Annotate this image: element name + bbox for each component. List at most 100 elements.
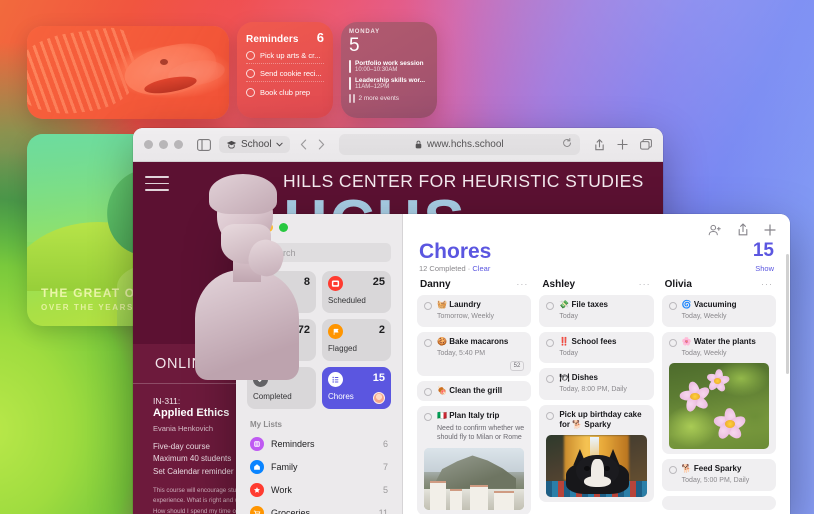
show-completed-button[interactable]: Show	[755, 264, 774, 273]
share-icon[interactable]	[594, 138, 605, 151]
list-label: Family	[271, 461, 298, 472]
smart-list-flagged[interactable]: 2 Flagged	[322, 319, 391, 361]
calendar-more-events[interactable]: 2 more events	[349, 94, 429, 103]
share-icon[interactable]	[737, 223, 749, 236]
checkbox-circle-icon[interactable]	[546, 338, 555, 347]
task-title: School fees	[571, 336, 617, 346]
reminder-task[interactable]: 🌀 Vacuuming Today, Weekly	[661, 295, 776, 327]
task-photo-flowers[interactable]	[668, 363, 769, 450]
checkbox-circle-icon[interactable]	[424, 388, 432, 397]
vertical-scrollbar[interactable]	[786, 254, 789, 374]
task-subtitle: Today, 8:00 PM, Daily	[559, 386, 627, 394]
subtitle-separator: ·	[467, 264, 471, 274]
clear-completed-button[interactable]: Clear	[472, 264, 490, 273]
checkbox-circle-icon[interactable]	[668, 302, 677, 311]
add-person-icon[interactable]	[708, 224, 722, 236]
calendar-event[interactable]: Portfolio work session 10:00–10:30AM	[349, 60, 429, 73]
checkbox-circle-icon[interactable]	[424, 413, 432, 422]
reminder-task[interactable]: 🌸 Water the plants Today, Weekly	[661, 331, 776, 455]
column-danny: Danny ··· 🧺 Laundry Tomorrow, Weekly 🍪 B…	[413, 279, 535, 514]
task-subtitle: Today	[559, 313, 579, 321]
list-item-work[interactable]: Work 5	[247, 478, 391, 501]
reminders-widget-item[interactable]: Book club prep	[246, 82, 324, 100]
task-subtitle: Today, 5:00 PM, Daily	[681, 477, 750, 485]
column-menu-icon[interactable]: ···	[761, 279, 773, 289]
reminder-task[interactable]: 🍪 Bake macarons Today, 5:40 PM 52	[417, 331, 532, 377]
new-tab-icon[interactable]	[617, 139, 628, 150]
event-time: 10:00–10:30AM	[355, 67, 398, 73]
calendar-event[interactable]: Leadership skills wor... 11AM–12PM	[349, 77, 429, 90]
list-header: Chores 15	[403, 236, 790, 263]
list-label: Work	[271, 484, 292, 495]
columns-container: Danny ··· 🧺 Laundry Tomorrow, Weekly 🍪 B…	[403, 273, 790, 514]
desktop: Reminders 6 Pick up arts & cr... Send co…	[0, 0, 814, 514]
list-item-groceries[interactable]: Groceries 11	[247, 501, 391, 514]
calendar-widget[interactable]: MONDAY 5 Portfolio work session 10:00–10…	[341, 22, 437, 118]
task-title: Feed Sparky	[693, 464, 742, 474]
my-lists-header: My Lists	[250, 420, 283, 429]
checkbox-circle-icon[interactable]	[424, 302, 432, 311]
checkbox-circle-icon[interactable]	[246, 87, 255, 97]
task-emoji: 🇮🇹	[437, 411, 447, 421]
tab-overview-icon[interactable]	[640, 139, 652, 150]
list-item-reminders[interactable]: Reminders 6	[247, 432, 391, 455]
reminder-task[interactable]: 🐕 Feed Sparky Today, 5:00 PM, Daily	[661, 459, 776, 491]
checkbox-circle-icon[interactable]	[668, 338, 677, 347]
smart-list-scheduled[interactable]: 25 Scheduled	[322, 271, 391, 313]
checkbox-circle-icon[interactable]	[546, 411, 555, 420]
reminder-task[interactable]: 💸 File taxes Today	[539, 295, 654, 327]
task-emoji: 💸	[559, 300, 570, 310]
reminder-task[interactable]: 🍖 Clean the grill	[417, 381, 532, 402]
reminder-task[interactable]: 🧺 Laundry Tomorrow, Weekly	[417, 295, 532, 327]
smart-list-chores[interactable]: 15 Chores	[322, 367, 391, 409]
task-emoji: 🌸	[681, 336, 692, 346]
menu-hamburger-icon[interactable]	[145, 176, 169, 196]
reminders-toolbar	[403, 214, 790, 236]
list-count: 5	[382, 484, 388, 495]
reminder-task[interactable]: 🍽 Dishes Today, 8:00 PM, Daily	[539, 368, 654, 400]
dog-photo-tint	[27, 26, 229, 119]
reminder-task-empty[interactable]	[661, 495, 776, 510]
photos-widget-dog[interactable]	[27, 26, 229, 119]
checkbox-circle-icon[interactable]	[246, 50, 255, 60]
event-title: Leadership skills wor...	[355, 77, 425, 84]
photo-dog-muzzle	[584, 476, 611, 488]
task-title: Vacuuming	[693, 300, 737, 310]
forward-button[interactable]	[318, 139, 325, 150]
reminders-widget[interactable]: Reminders 6 Pick up arts & cr... Send co…	[237, 22, 333, 118]
reminder-task[interactable]: 🇮🇹 Plan Italy trip Need to confirm wheth…	[417, 406, 532, 514]
column-menu-icon[interactable]: ···	[516, 279, 528, 289]
task-subtitle: Today, 5:40 PM	[437, 349, 486, 357]
task-photo-dog[interactable]	[546, 435, 647, 498]
reload-icon[interactable]	[562, 138, 572, 151]
checkbox-circle-icon[interactable]	[668, 466, 677, 475]
task-subtitle: Today, Weekly	[681, 313, 727, 321]
task-photo-italy[interactable]	[424, 447, 525, 510]
task-emoji: 🧺	[437, 300, 447, 310]
reminder-task[interactable]: ‼️ School fees Today	[539, 331, 654, 364]
back-button[interactable]	[300, 139, 307, 150]
task-tag[interactable]: 52	[509, 361, 525, 372]
task-title: Plan Italy trip	[449, 411, 500, 421]
cart-icon	[250, 505, 264, 514]
address-bar[interactable]: www.hchs.school	[338, 134, 580, 155]
minimize-button[interactable]	[159, 140, 168, 149]
list-item-family[interactable]: Family 7	[247, 455, 391, 478]
checkbox-circle-icon[interactable]	[246, 69, 255, 78]
zoom-button[interactable]	[174, 140, 183, 149]
task-title: File taxes	[571, 300, 608, 310]
add-reminder-icon[interactable]	[764, 223, 776, 236]
tab-group-button[interactable]: School	[219, 136, 290, 153]
window-traffic-lights[interactable]	[144, 140, 183, 149]
reminders-app-window[interactable]: Search 8 Today	[236, 214, 790, 514]
sidebar-toggle-icon[interactable]	[197, 138, 211, 151]
reminders-widget-item[interactable]: Send cookie reci...	[246, 64, 324, 82]
checkbox-circle-icon[interactable]	[546, 375, 555, 384]
tab-group-label: School	[241, 139, 272, 150]
reminders-widget-item[interactable]: Pick up arts & cr...	[246, 45, 324, 64]
checkbox-circle-icon[interactable]	[546, 302, 555, 311]
column-menu-icon[interactable]: ···	[639, 279, 651, 289]
close-button[interactable]	[144, 140, 153, 149]
reminder-task[interactable]: Pick up birthday cake for 🐕 Sparky	[539, 404, 654, 503]
checkbox-circle-icon[interactable]	[424, 338, 432, 347]
